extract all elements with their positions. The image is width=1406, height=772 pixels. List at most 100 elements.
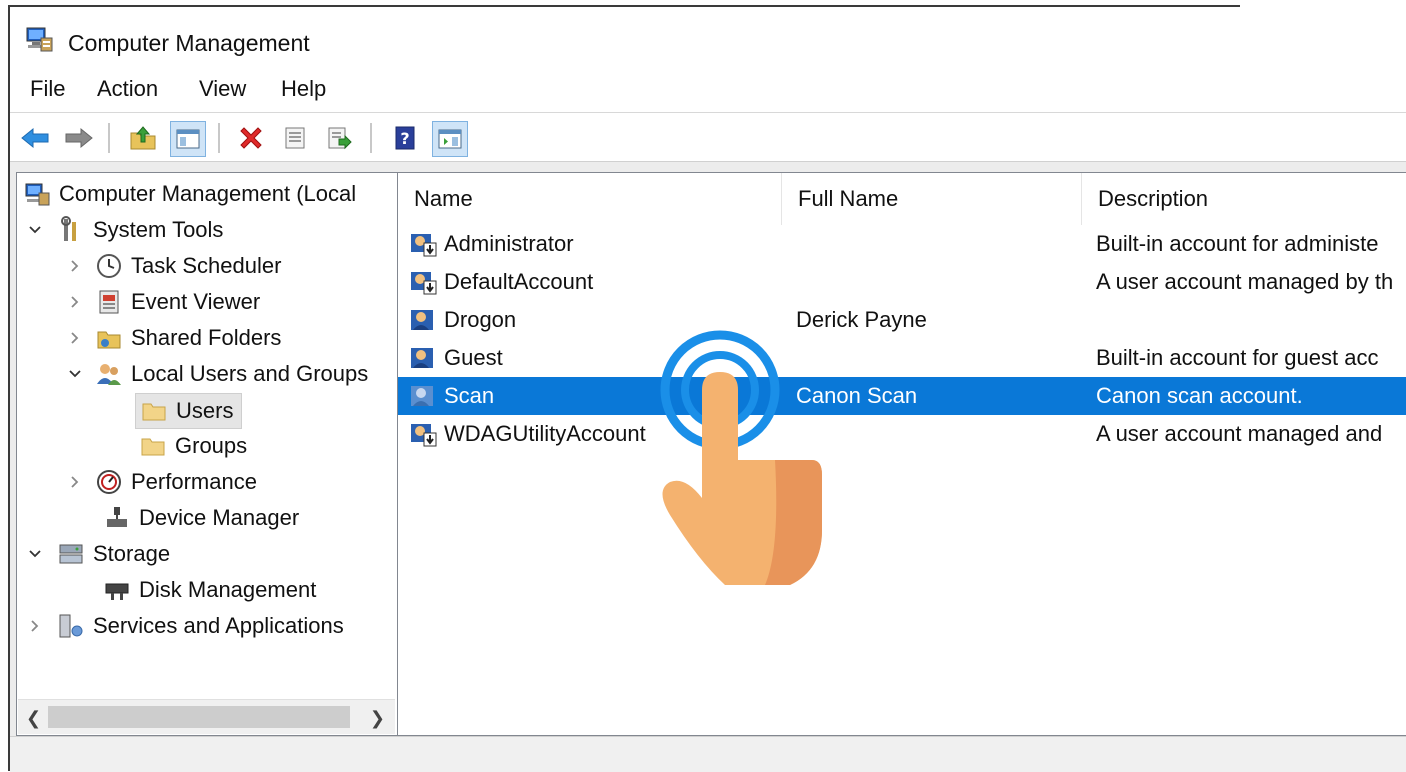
tree-item-performance[interactable]: Performance (67, 465, 257, 499)
show-hide-action-pane-button[interactable] (432, 121, 468, 157)
tree-label: Task Scheduler (131, 253, 282, 278)
tree-item-local-users-and-groups[interactable]: Local Users and Groups (67, 357, 368, 391)
chevron-right-icon[interactable] (67, 258, 83, 274)
window-border-top (8, 5, 1240, 7)
user-full-name: Derick Payne (796, 307, 927, 332)
toolbar-separator (218, 123, 220, 153)
user-name: Guest (444, 345, 503, 370)
tree-item-event-viewer[interactable]: Event Viewer (67, 285, 260, 319)
system-tools-icon (61, 216, 76, 241)
properties-icon (285, 127, 305, 149)
show-hide-action-pane-icon (438, 129, 462, 149)
tree-item-storage[interactable]: Storage (27, 537, 170, 571)
show-hide-console-tree-button[interactable] (170, 121, 206, 157)
menu-help[interactable]: Help (281, 76, 326, 102)
tree-label: Shared Folders (131, 325, 282, 350)
table-row[interactable]: DefaultAccount A user account managed by… (398, 263, 1406, 301)
performance-icon (97, 470, 121, 494)
table-row-selected[interactable]: Scan Canon Scan Canon scan account. (398, 377, 1406, 415)
users-group-icon (97, 364, 121, 385)
back-arrow-icon (21, 127, 49, 149)
scrollbar-thumb[interactable] (48, 706, 350, 728)
chevron-right-icon[interactable] (27, 618, 43, 634)
column-header-description[interactable]: Description (1082, 173, 1406, 225)
computer-management-icon (25, 183, 50, 206)
delete-icon (240, 127, 262, 149)
disk-management-icon (105, 583, 129, 600)
menu-bar: File Action View Help (10, 66, 1406, 113)
tree-item-groups[interactable]: Groups (139, 429, 247, 463)
chevron-right-icon[interactable] (67, 474, 83, 490)
back-button[interactable] (18, 121, 52, 155)
tree-label: Users (176, 398, 234, 423)
column-header-full-name[interactable]: Full Name (782, 173, 1082, 225)
title-bar: Computer Management (10, 8, 1406, 66)
folder-icon (142, 403, 166, 421)
export-list-icon (328, 127, 352, 150)
user-description: Canon scan account. (1096, 383, 1303, 408)
users-list: Name Full Name Description Administrator… (397, 172, 1406, 736)
table-row[interactable]: WDAGUtilityAccount A user account manage… (398, 415, 1406, 453)
computer-management-icon (26, 27, 53, 52)
tree-item-shared-folders[interactable]: Shared Folders (67, 321, 281, 355)
scroll-right-icon[interactable]: ❯ (370, 708, 385, 729)
console-tree: Computer Management (Local System Tools … (16, 172, 399, 736)
forward-button[interactable] (62, 121, 96, 155)
chevron-down-icon[interactable] (27, 222, 43, 238)
menu-file[interactable]: File (30, 76, 65, 102)
user-description: A user account managed and (1096, 421, 1383, 446)
user-description: Built-in account for administe (1096, 231, 1379, 256)
user-icon (411, 348, 433, 368)
user-name: DefaultAccount (444, 269, 594, 294)
tree-label: Storage (93, 541, 171, 566)
tree-label: System Tools (93, 217, 224, 242)
status-bar (10, 736, 1406, 772)
chevron-right-icon[interactable] (67, 294, 83, 310)
user-icon (411, 386, 433, 406)
user-icon (411, 424, 437, 447)
user-name: Administrator (444, 231, 574, 256)
up-one-level-button[interactable] (126, 121, 160, 155)
properties-button[interactable] (278, 121, 312, 155)
help-button[interactable]: ? (388, 121, 422, 155)
tree-label: Performance (131, 469, 257, 494)
show-hide-console-tree-icon (176, 129, 200, 149)
chevron-down-icon[interactable] (27, 546, 43, 562)
horizontal-scrollbar[interactable]: ❮ ❯ (18, 699, 395, 734)
user-full-name: Canon Scan (796, 383, 918, 408)
export-list-button[interactable] (322, 121, 356, 155)
chevron-right-icon[interactable] (67, 330, 83, 346)
tree-item-disk-management[interactable]: Disk Management (103, 573, 316, 607)
chevron-down-icon[interactable] (67, 366, 83, 382)
tree-item-system-tools[interactable]: System Tools (27, 213, 223, 247)
event-viewer-icon (99, 290, 119, 314)
column-header-name[interactable]: Name (398, 173, 782, 225)
table-row[interactable]: Drogon Derick Payne (398, 301, 1406, 339)
table-row[interactable]: Administrator Built-in account for admin… (398, 225, 1406, 263)
tree-label: Event Viewer (131, 289, 261, 314)
table-row[interactable]: Guest Built-in account for guest acc (398, 339, 1406, 377)
toolbar: ? (10, 113, 1406, 162)
storage-icon (59, 544, 83, 564)
delete-button[interactable] (234, 121, 268, 155)
services-icon (59, 614, 83, 638)
work-area: Computer Management (Local System Tools … (10, 162, 1406, 736)
user-name: Scan (444, 383, 495, 408)
shared-folder-icon (97, 331, 121, 349)
menu-view[interactable]: View (199, 76, 246, 102)
tree-item-device-manager[interactable]: Device Manager (103, 501, 299, 535)
tree-item-users[interactable]: Users (135, 393, 243, 429)
scroll-left-icon[interactable]: ❮ (26, 708, 41, 729)
user-description: Built-in account for guest acc (1096, 345, 1379, 370)
forward-arrow-icon (65, 127, 93, 149)
tree-label: Services and Applications (93, 613, 344, 638)
user-name: WDAGUtilityAccount (444, 421, 646, 446)
tree-item-computer-management[interactable]: Computer Management (Local (23, 177, 356, 211)
user-name: Drogon (444, 307, 517, 332)
tree-item-task-scheduler[interactable]: Task Scheduler (67, 249, 281, 283)
tree-item-services-and-applications[interactable]: Services and Applications (27, 609, 344, 643)
user-icon (411, 272, 437, 295)
help-icon: ? (395, 126, 415, 150)
menu-action[interactable]: Action (97, 76, 158, 102)
user-description: A user account managed by th (1096, 269, 1394, 294)
